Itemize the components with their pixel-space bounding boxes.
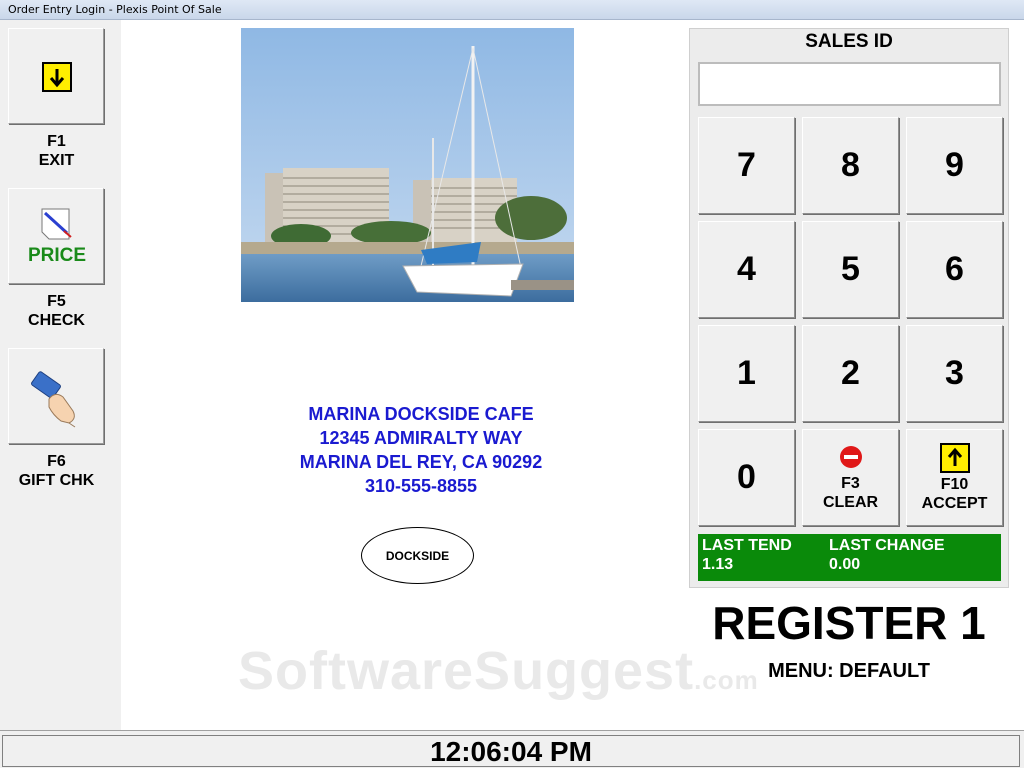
key-2[interactable]: 2 <box>802 325 899 422</box>
last-tend-value: 1.13 <box>702 556 734 573</box>
gift-check-button[interactable] <box>8 348 104 444</box>
accept-key-code: F10 <box>940 475 969 493</box>
sales-id-title: SALES ID <box>805 31 893 52</box>
last-tend-label: LAST TEND <box>702 537 792 554</box>
register-name: REGISTER 1 <box>712 597 986 649</box>
sales-id-panel: SALES ID 7 8 9 4 5 6 1 2 3 0 F3 CLEAR F1… <box>689 28 1009 588</box>
clear-key-code: F3 <box>841 474 860 492</box>
exit-key-code: F1 <box>47 133 66 150</box>
store-name: MARINA DOCKSIDE CAFE <box>308 404 534 424</box>
watermark: SoftwareSuggest.com <box>238 640 759 702</box>
last-tend-bar: LAST TEND 1.13 LAST CHANGE 0.00 <box>698 534 1001 581</box>
last-change-value: 0.00 <box>829 556 861 573</box>
price-tag-icon <box>41 208 72 240</box>
key-4[interactable]: 4 <box>698 221 795 318</box>
check-key-text: CHECK <box>28 312 85 329</box>
sales-id-input[interactable] <box>698 62 1001 106</box>
exit-key-label: F1 EXIT <box>0 132 113 170</box>
accept-button[interactable]: F10 ACCEPT <box>906 429 1003 526</box>
price-icon-text: PRICE <box>27 245 87 266</box>
down-arrow-icon <box>42 62 72 92</box>
key-9[interactable]: 9 <box>906 117 1003 214</box>
stop-icon <box>839 445 862 468</box>
check-price-button[interactable]: PRICE <box>8 188 104 284</box>
exit-button[interactable] <box>8 28 104 124</box>
key-3[interactable]: 3 <box>906 325 1003 422</box>
clock-display: 12:06:04 PM <box>2 735 1020 767</box>
store-address-block: MARINA DOCKSIDE CAFE 12345 ADMIRALTY WAY… <box>241 402 601 498</box>
store-city: MARINA DEL REY, CA 90292 <box>299 452 543 472</box>
check-key-label: F5 CHECK <box>0 292 113 330</box>
last-change-label: LAST CHANGE <box>829 537 945 554</box>
title-bar: Order Entry Login - Plexis Point Of Sale <box>0 0 1024 20</box>
store-phone: 310-555-8855 <box>364 476 478 496</box>
clear-key-text: CLEAR <box>822 493 879 511</box>
card-hand-icon <box>31 371 76 428</box>
accept-key-text: ACCEPT <box>921 494 988 512</box>
key-7[interactable]: 7 <box>698 117 795 214</box>
check-key-code: F5 <box>47 293 66 310</box>
window-title: Order Entry Login - Plexis Point Of Sale <box>8 3 222 16</box>
key-5[interactable]: 5 <box>802 221 899 318</box>
store-badge: DOCKSIDE <box>361 527 474 584</box>
key-6[interactable]: 6 <box>906 221 1003 318</box>
key-1[interactable]: 1 <box>698 325 795 422</box>
clear-button[interactable]: F3 CLEAR <box>802 429 899 526</box>
key-8[interactable]: 8 <box>802 117 899 214</box>
gift-check-key-label: F6 GIFT CHK <box>0 452 113 490</box>
menu-name: MENU: DEFAULT <box>768 660 930 682</box>
exit-key-text: EXIT <box>38 152 75 169</box>
marina-sailboat-image <box>241 28 574 302</box>
function-key-panel: F1 EXIT PRICE F5 CHECK F6 GIFT CHK <box>0 20 121 730</box>
gift-check-key-code: F6 <box>47 453 66 470</box>
key-0[interactable]: 0 <box>698 429 795 526</box>
gift-check-key-text: GIFT CHK <box>18 472 95 489</box>
store-street: 12345 ADMIRALTY WAY <box>319 428 523 448</box>
up-arrow-icon <box>939 442 970 473</box>
watermark-main: SoftwareSuggest <box>238 641 695 701</box>
status-bar: 12:06:04 PM <box>0 730 1024 768</box>
